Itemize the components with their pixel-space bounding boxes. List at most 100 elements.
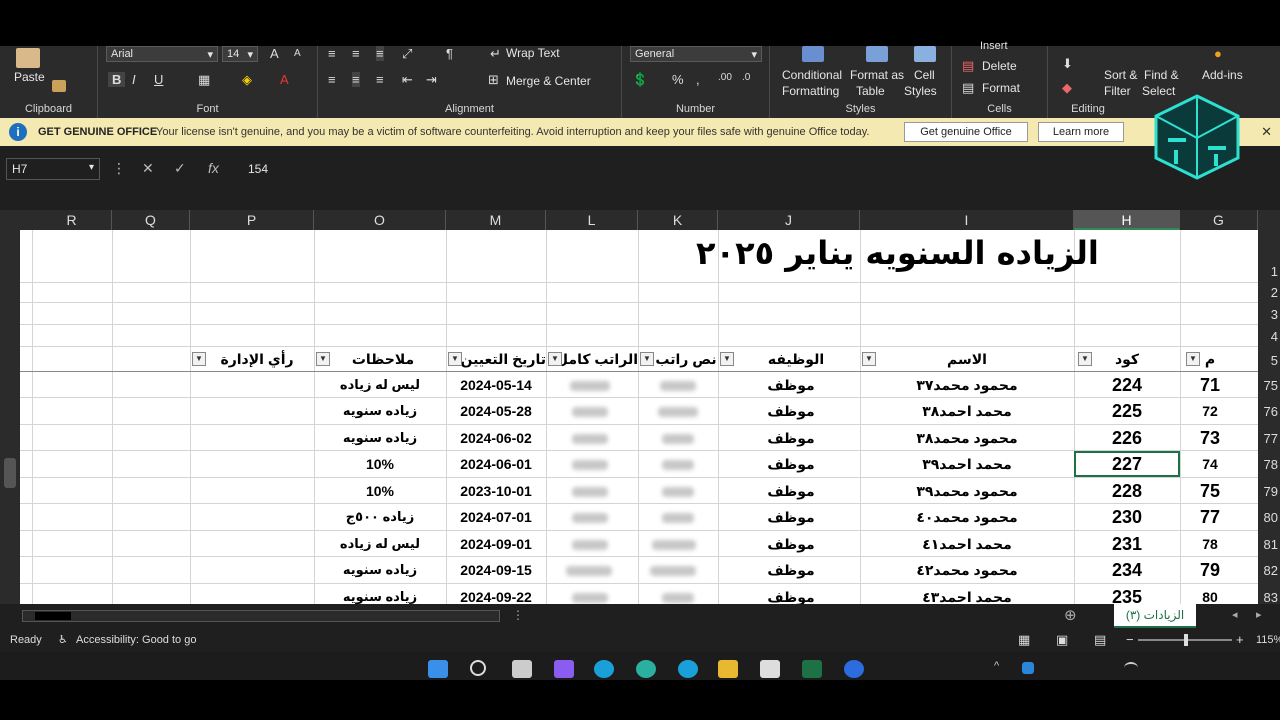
cell-note[interactable]: ليس له زياده xyxy=(314,372,446,398)
windows-start-icon[interactable] xyxy=(428,660,448,678)
merge-center-button[interactable]: Merge & Center xyxy=(506,74,591,88)
row-header[interactable]: 3 xyxy=(1271,307,1278,322)
column-header[interactable]: J xyxy=(718,210,860,230)
cell-code[interactable]: 234 xyxy=(1074,557,1180,583)
cell-m[interactable]: 75 xyxy=(1180,478,1240,504)
row-header[interactable]: 76 xyxy=(1264,404,1278,419)
wrap-text-button[interactable]: Wrap Text xyxy=(506,46,560,60)
column-header[interactable]: G xyxy=(1180,210,1258,230)
cell-job[interactable]: موظف xyxy=(740,478,842,504)
zoom-slider[interactable] xyxy=(1138,634,1232,646)
decrease-indent-icon[interactable]: ⇤ xyxy=(402,72,413,88)
cell-code[interactable]: 230 xyxy=(1074,504,1180,530)
cell-m[interactable]: 77 xyxy=(1180,504,1240,530)
worksheet-grid[interactable]: الزياده السنويه يناير ٢٠٢٥ م ▼ كود ▼ الا… xyxy=(20,230,1258,604)
insert-function-icon[interactable]: fx xyxy=(208,160,219,176)
cell-note[interactable]: زياده ٥٠٠ج xyxy=(314,504,446,530)
cell-m[interactable]: 74 xyxy=(1180,451,1240,477)
align-middle-icon[interactable]: ≡ xyxy=(352,46,360,61)
zoom-slider-thumb[interactable] xyxy=(1184,634,1188,646)
column-header[interactable]: Q xyxy=(112,210,190,230)
cell-styles-button[interactable]: Cell xyxy=(914,68,935,82)
delete-button[interactable]: Delete xyxy=(982,59,1017,73)
add-ins-button[interactable]: Add-ins xyxy=(1202,68,1243,82)
filter-dropdown-icon[interactable]: ▼ xyxy=(720,352,734,366)
percent-icon[interactable]: % xyxy=(672,72,684,87)
format-painter-icon[interactable] xyxy=(52,80,66,92)
column-header[interactable]: K xyxy=(638,210,718,230)
filter-dropdown-icon[interactable]: ▼ xyxy=(1186,352,1200,366)
cell-job[interactable]: موظف xyxy=(740,584,842,604)
cell-date[interactable]: 2024-05-14 xyxy=(446,372,546,398)
vertical-scrollbar[interactable] xyxy=(0,210,20,604)
row-header[interactable]: 1 xyxy=(1271,264,1278,279)
row-header[interactable]: 78 xyxy=(1264,457,1278,472)
cell-job[interactable]: موظف xyxy=(740,425,842,451)
format-as-table-label2[interactable]: Table xyxy=(856,84,885,98)
edge-icon[interactable] xyxy=(678,660,698,678)
format-as-table-button[interactable]: Format as xyxy=(850,68,904,82)
file-explorer-icon[interactable] xyxy=(718,660,738,678)
row-header[interactable]: 82 xyxy=(1264,563,1278,578)
increase-decimal-icon[interactable]: .00 xyxy=(718,72,732,83)
filter-dropdown-icon[interactable]: ▼ xyxy=(862,352,876,366)
row-header[interactable]: 80 xyxy=(1264,510,1278,525)
cell-note[interactable]: 10% xyxy=(314,478,446,504)
cell-job[interactable]: موظف xyxy=(740,372,842,398)
cell-code[interactable]: 228 xyxy=(1074,478,1180,504)
underline-button[interactable]: U xyxy=(154,72,163,87)
cell-note[interactable]: 10% xyxy=(314,451,446,477)
cell-name[interactable]: محمد احمد٣٨ xyxy=(860,398,1074,424)
cell-date[interactable]: 2024-09-22 xyxy=(446,584,546,604)
formula-input[interactable]: 154 xyxy=(248,162,268,176)
align-bottom-icon[interactable]: ≡ xyxy=(376,46,384,61)
zoom-out-icon[interactable]: − xyxy=(1126,632,1134,647)
italic-button[interactable]: I xyxy=(132,72,136,87)
cell-m[interactable]: 73 xyxy=(1180,425,1240,451)
horizontal-scrollbar[interactable] xyxy=(22,610,500,622)
column-header[interactable]: M xyxy=(446,210,546,230)
wifi-icon[interactable] xyxy=(1124,662,1138,674)
filter-dropdown-icon[interactable]: ▼ xyxy=(192,352,206,366)
clear-icon[interactable]: ◆ xyxy=(1062,80,1072,96)
cell-name[interactable]: محمود محمد٤٠ xyxy=(860,504,1074,530)
task-view-icon[interactable] xyxy=(512,660,532,678)
cell-name[interactable]: محمود محمد٣٨ xyxy=(860,425,1074,451)
row-header[interactable]: 83 xyxy=(1264,590,1278,605)
more-options-icon[interactable]: ⋮ xyxy=(112,160,126,177)
cell-job[interactable]: موظف xyxy=(740,398,842,424)
row-header[interactable]: 4 xyxy=(1271,329,1278,344)
cell-date[interactable]: 2023-10-01 xyxy=(446,478,546,504)
search-icon[interactable] xyxy=(470,660,486,676)
grow-font-icon[interactable]: A xyxy=(270,46,279,61)
font-name-select[interactable]: Arial ▾ xyxy=(106,46,218,62)
filter-dropdown-icon[interactable]: ▼ xyxy=(1078,352,1092,366)
cell-code[interactable]: 224 xyxy=(1074,372,1180,398)
edge-icon[interactable] xyxy=(594,660,614,678)
row-header[interactable]: 2 xyxy=(1271,285,1278,300)
decrease-decimal-icon[interactable]: .0 xyxy=(742,72,750,83)
conditional-formatting-button[interactable]: Conditional xyxy=(782,68,842,82)
cell-date[interactable]: 2024-05-28 xyxy=(446,398,546,424)
merge-icon[interactable]: ⊞ xyxy=(488,72,499,88)
align-left-icon[interactable]: ≡ xyxy=(328,72,336,87)
filter-dropdown-icon[interactable]: ▼ xyxy=(448,352,462,366)
cell-job[interactable]: موظف xyxy=(740,504,842,530)
cell-m[interactable]: 79 xyxy=(1180,557,1240,583)
accessibility-status[interactable]: Accessibility: Good to go xyxy=(76,634,196,646)
cell-code[interactable]: 231 xyxy=(1074,531,1180,557)
cell-job[interactable]: موظف xyxy=(740,531,842,557)
cell-job[interactable]: موظف xyxy=(740,557,842,583)
row-header[interactable]: 77 xyxy=(1264,431,1278,446)
zoom-in-icon[interactable]: + xyxy=(1236,632,1244,647)
row-header[interactable]: 5 xyxy=(1271,353,1278,368)
filter-dropdown-icon[interactable]: ▼ xyxy=(316,352,330,366)
page-layout-icon[interactable]: ▣ xyxy=(1056,632,1068,648)
page-break-icon[interactable]: ▤ xyxy=(1094,632,1106,648)
column-header[interactable]: P xyxy=(190,210,314,230)
sheet-tab-active[interactable]: الزيادات (٣) xyxy=(1114,604,1196,628)
browser-icon[interactable] xyxy=(636,660,656,678)
cell-code[interactable]: 226 xyxy=(1074,425,1180,451)
currency-icon[interactable]: 💲 xyxy=(632,72,648,88)
insert-button[interactable]: Insert xyxy=(980,40,1008,52)
